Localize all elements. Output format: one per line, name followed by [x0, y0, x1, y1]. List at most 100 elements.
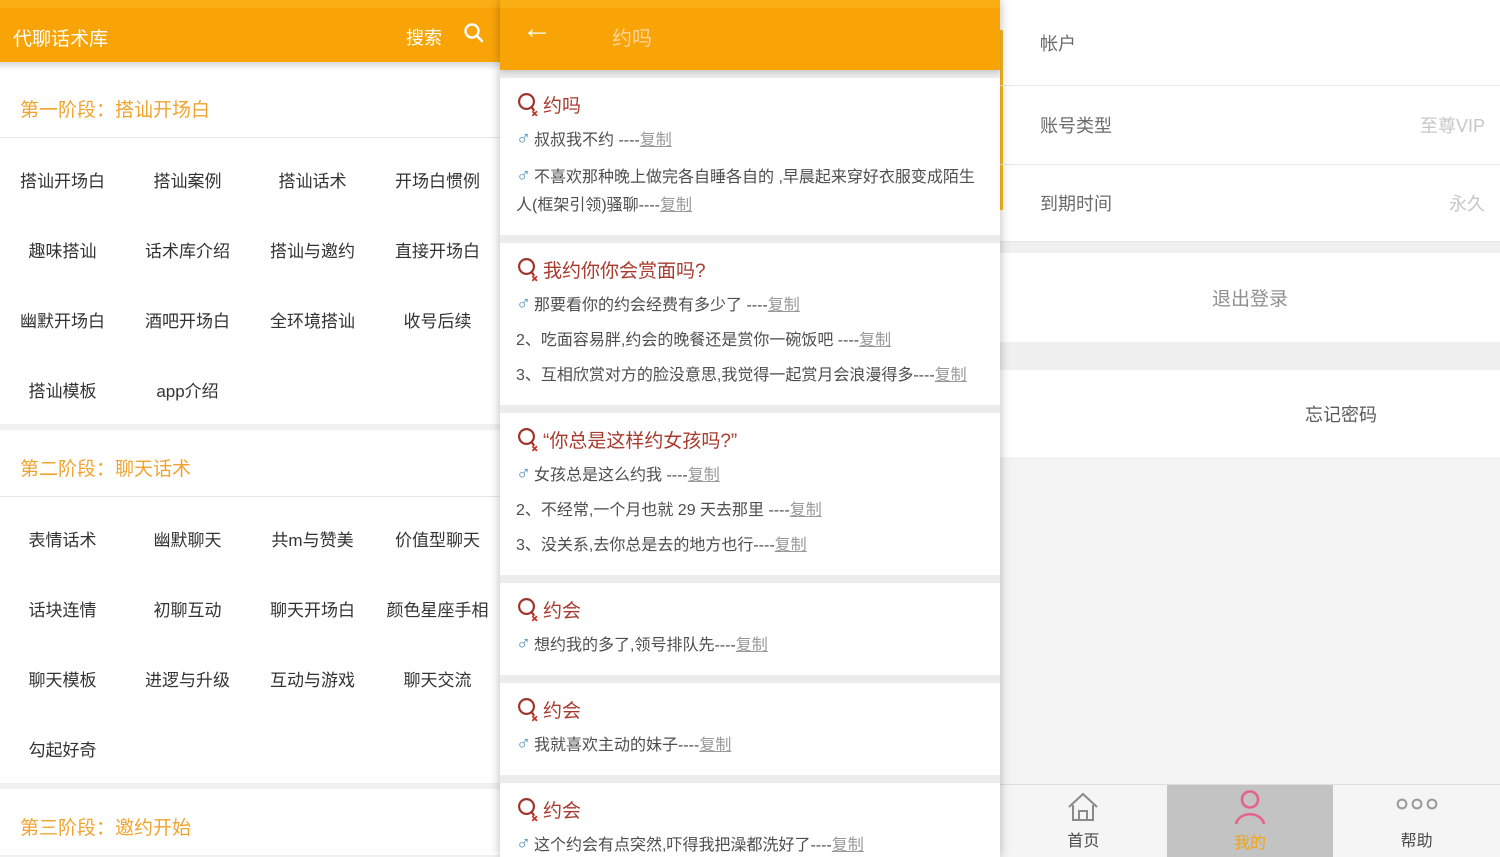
card-title-row: 约会 [516, 696, 984, 723]
phrase-line: ♂不喜欢那种晚上做完各自睡各自的 ,早晨起来穿好衣服变成陌生人(框架引领)骚聊-… [516, 162, 984, 220]
copy-link[interactable]: 复制 [768, 297, 800, 314]
phrase-card: 约会 ♂我就喜欢主动的妹子----复制 [500, 683, 1000, 775]
phrase-line: ♂女孩总是这么约我 ----复制 [516, 460, 984, 490]
copy-link[interactable]: 复制 [688, 467, 720, 484]
category-button[interactable]: 开场白惯例 [375, 144, 500, 214]
copy-link[interactable]: 复制 [859, 332, 891, 349]
card-title-row: 我约你你会赏面吗? [516, 256, 984, 283]
nav-tab-mine[interactable]: 我的 [1167, 785, 1334, 857]
category-button[interactable]: 搭讪模板 [0, 354, 125, 424]
copy-link[interactable]: 复制 [832, 837, 864, 854]
male-icon: ♂ [516, 833, 531, 855]
nav-label-help: 帮助 [1401, 827, 1433, 851]
search-x-icon [516, 257, 539, 282]
nav-tab-help[interactable]: 帮助 [1333, 785, 1500, 857]
copy-link[interactable]: 复制 [660, 197, 692, 214]
phrase-card: 约会 ♂这个约会有点突然,吓得我把澡都洗好了----复制 [500, 783, 1000, 857]
phrase-line: ♂这个约会有点突然,吓得我把澡都洗好了----复制 [516, 830, 984, 857]
phrase-line: 2、吃面容易胖,约会的晚餐还是赏你一碗饭吧 ----复制 [516, 327, 984, 355]
copy-link[interactable]: 复制 [736, 637, 768, 654]
phrase-text: 叔叔我不约 ---- [534, 132, 640, 149]
copy-link[interactable]: 复制 [699, 737, 731, 754]
category-button[interactable]: 勾起好奇 [0, 713, 125, 783]
category-button[interactable]: 进逻与升级 [125, 643, 250, 713]
card-title-row: 约会 [516, 596, 984, 623]
category-button[interactable]: 搭讪话术 [250, 144, 375, 214]
category-button[interactable]: 话术库介绍 [125, 214, 250, 284]
home-icon [1065, 791, 1101, 823]
phrase-list-screen: ← 约吗 约吗 ♂叔叔我不约 ----复制 ♂不喜欢那种晚上做完各自睡各自的 ,… [500, 0, 1000, 857]
nav-tab-home[interactable]: 首页 [1000, 785, 1167, 857]
category-button[interactable]: 趣味搭讪 [0, 214, 125, 284]
expiry-label: 到期时间 [1040, 190, 1112, 216]
search-x-icon [516, 597, 539, 622]
category-button[interactable]: 价值型聊天 [375, 503, 500, 573]
category-button[interactable]: 搭讪开场白 [0, 144, 125, 214]
phrase-text: 这个约会有点突然,吓得我把澡都洗好了---- [534, 837, 832, 854]
male-icon: ♂ [516, 128, 531, 150]
phrase-text: 2、不经常,一个月也就 29 天去那里 ---- [516, 502, 790, 519]
category-grid-1: 搭讪开场白 搭讪案例 搭讪话术 开场白惯例 趣味搭讪 话术库介绍 搭讪与邀约 直… [0, 138, 500, 424]
category-button[interactable]: 幽默开场白 [0, 284, 125, 354]
category-button[interactable]: 聊天交流 [375, 643, 500, 713]
category-button[interactable]: 聊天模板 [0, 643, 125, 713]
male-icon: ♂ [516, 463, 531, 485]
card-title: “你总是这样约女孩吗?” [543, 426, 737, 453]
category-button[interactable]: 共m与赞美 [250, 503, 375, 573]
forgot-password-link[interactable]: 忘记密码 [1305, 401, 1377, 427]
expiry-row[interactable]: 到期时间 永久 [1000, 165, 1500, 241]
category-button[interactable]: 全环境搭讪 [250, 284, 375, 354]
search-icon[interactable] [462, 21, 486, 45]
category-button[interactable]: 搭讪案例 [125, 144, 250, 214]
category-button[interactable]: 收号后续 [375, 284, 500, 354]
card-title: 约会 [543, 796, 581, 823]
card-title-row: 约会 [516, 796, 984, 823]
expiry-value: 永久 [1449, 190, 1485, 216]
account-row[interactable]: 帐户 [1000, 0, 1500, 86]
card-title-row: “你总是这样约女孩吗?” [516, 426, 984, 453]
header-shadow [0, 62, 500, 71]
copy-link[interactable]: 复制 [935, 367, 967, 384]
status-bar-strip [500, 0, 1000, 8]
category-button[interactable]: 直接开场白 [375, 214, 500, 284]
search-x-icon [516, 427, 539, 452]
group-divider [1000, 342, 1500, 370]
category-button[interactable]: 幽默聊天 [125, 503, 250, 573]
phrase-line: 3、互相欣赏对方的脸没意思,我觉得一起赏月会浪漫得多----复制 [516, 362, 984, 390]
status-bar-strip [0, 0, 500, 8]
section-heading-1: 第一阶段：搭讪开场白 [0, 71, 500, 137]
male-icon: ♂ [516, 165, 531, 187]
search-x-icon [516, 92, 539, 117]
copy-link[interactable]: 复制 [790, 502, 822, 519]
search-x-icon [516, 797, 539, 822]
phrase-line: ♂我就喜欢主动的妹子----复制 [516, 730, 984, 760]
copy-link[interactable]: 复制 [775, 537, 807, 554]
category-button[interactable]: 互动与游戏 [250, 643, 375, 713]
person-icon [1231, 789, 1269, 825]
category-button[interactable]: 搭讪与邀约 [250, 214, 375, 284]
phrase-text: 2、吃面容易胖,约会的晚餐还是赏你一碗饭吧 ---- [516, 332, 859, 349]
forgot-password-row: 忘记密码 [1000, 370, 1500, 457]
category-button[interactable]: 酒吧开场白 [125, 284, 250, 354]
phrase-line: 2、不经常,一个月也就 29 天去那里 ----复制 [516, 497, 984, 525]
category-button[interactable]: 颜色星座手相 [375, 573, 500, 643]
account-type-row[interactable]: 账号类型 至尊VIP [1000, 86, 1500, 165]
logout-button[interactable]: 退出登录 [1000, 253, 1500, 342]
phrase-card: 我约你你会赏面吗? ♂那要看你的约会经费有多少了 ----复制 2、吃面容易胖,… [500, 243, 1000, 405]
phrase-text: 3、互相欣赏对方的脸没意思,我觉得一起赏月会浪漫得多---- [516, 367, 935, 384]
copy-link[interactable]: 复制 [640, 132, 672, 149]
phrase-text: 女孩总是这么约我 ---- [534, 467, 688, 484]
app-title: 代聊话术库 [13, 24, 108, 51]
category-button[interactable]: 初聊互动 [125, 573, 250, 643]
search-button[interactable]: 搜索 [406, 24, 442, 50]
card-title: 约吗 [543, 91, 581, 118]
account-info-group: 帐户 账号类型 至尊VIP 到期时间 永久 [1000, 0, 1500, 241]
category-button[interactable]: 聊天开场白 [250, 573, 375, 643]
account-label: 帐户 [1040, 30, 1076, 56]
category-button[interactable]: 话块连情 [0, 573, 125, 643]
back-arrow-icon[interactable]: ← [522, 14, 552, 44]
category-button[interactable]: 表情话术 [0, 503, 125, 573]
male-icon: ♂ [516, 733, 531, 755]
male-icon: ♂ [516, 293, 531, 315]
category-button[interactable]: app介绍 [125, 354, 250, 424]
